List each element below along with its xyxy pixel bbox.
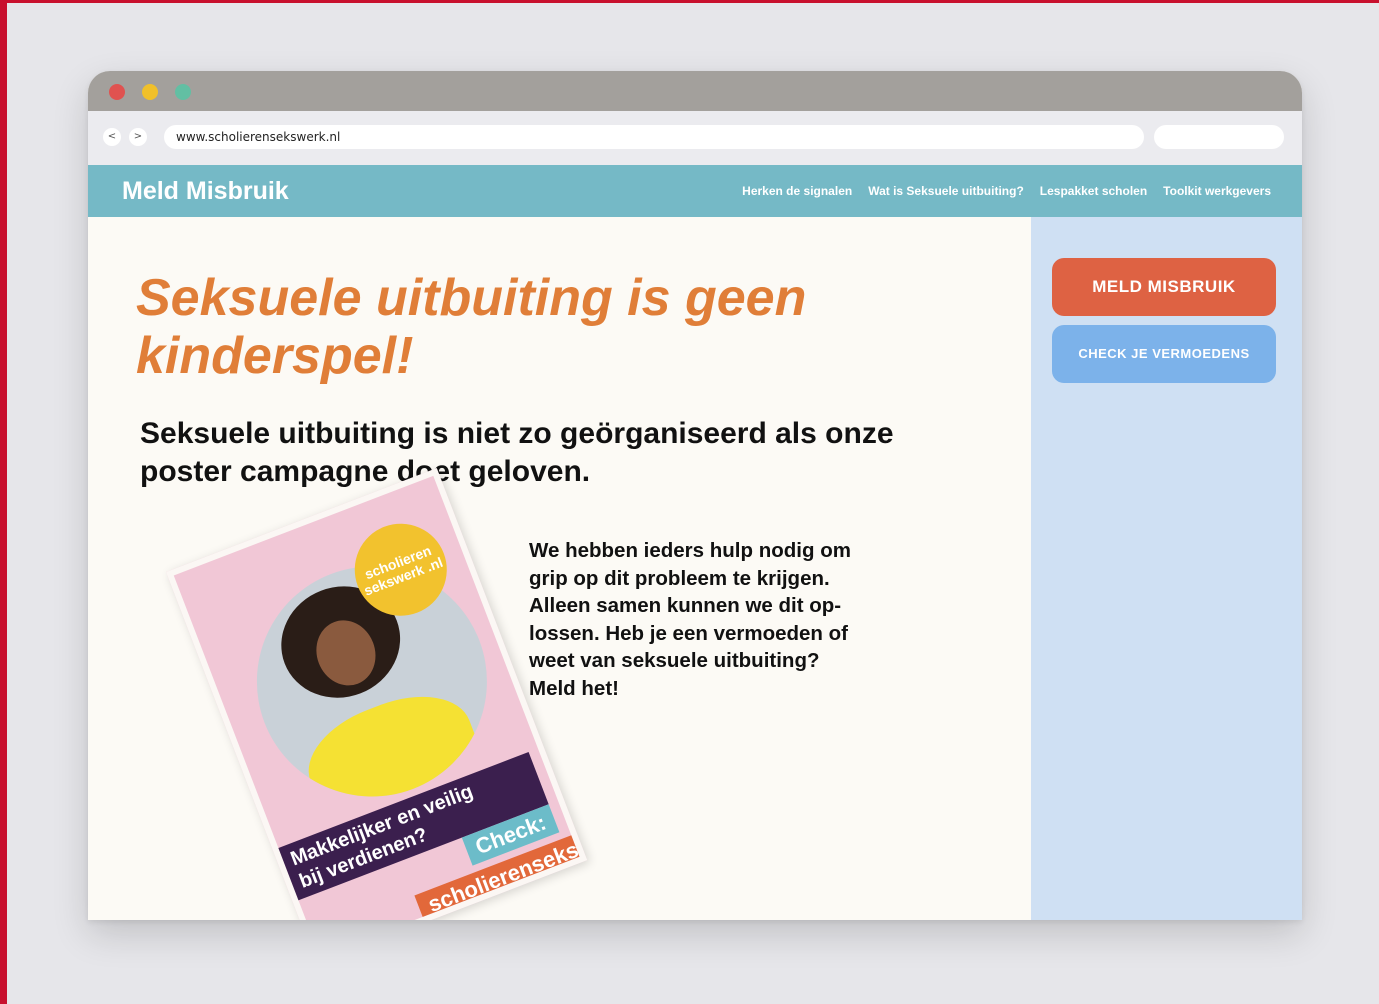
sidebar: MELD MISBRUIK CHECK JE VERMOEDENS (1031, 217, 1302, 920)
report-abuse-button[interactable]: MELD MISBRUIK (1052, 258, 1276, 316)
forward-button[interactable]: > (129, 128, 147, 146)
nav-link-lespakket[interactable]: Lespakket scholen (1040, 184, 1147, 198)
nav-link-toolkit[interactable]: Toolkit werkgevers (1163, 184, 1271, 198)
nav-link-wat-is-uitbuiting[interactable]: Wat is Seksuele uitbuiting? (868, 184, 1024, 198)
body-paragraph: We hebben ieders hulp nodig om grip op d… (529, 539, 851, 700)
site-navbar: Meld Misbruik Herken de signalen Wat is … (88, 165, 1302, 217)
page-subheadline: Seksuele uitbuiting is niet zo geörganis… (140, 417, 894, 488)
minimize-window-icon[interactable] (142, 84, 158, 100)
red-frame-top (0, 0, 1379, 3)
browser-window: < > www.scholierensekswerk.nl Meld Misbr… (88, 71, 1302, 920)
close-window-icon[interactable] (109, 84, 125, 100)
campaign-poster-image: scholieren sekswerk .nl Makkelijker en v… (166, 468, 588, 920)
check-suspicions-button[interactable]: CHECK JE VERMOEDENS (1052, 325, 1276, 383)
page-headline: Seksuele uitbuiting is geen kinderspel! (136, 269, 807, 385)
browser-titlebar (88, 71, 1302, 111)
main-content: Seksuele uitbuiting is geen kinderspel! … (88, 217, 1031, 920)
back-button[interactable]: < (103, 128, 121, 146)
red-frame-left (0, 0, 7, 1004)
nav-link-herken-signalen[interactable]: Herken de signalen (742, 184, 852, 198)
nav-links: Herken de signalen Wat is Seksuele uitbu… (742, 184, 1271, 198)
site-logo[interactable]: Meld Misbruik (122, 177, 289, 206)
url-input[interactable]: www.scholierensekswerk.nl (164, 125, 1144, 149)
maximize-window-icon[interactable] (175, 84, 191, 100)
address-bar: < > www.scholierensekswerk.nl (88, 111, 1302, 165)
browser-search-field[interactable] (1154, 125, 1284, 149)
